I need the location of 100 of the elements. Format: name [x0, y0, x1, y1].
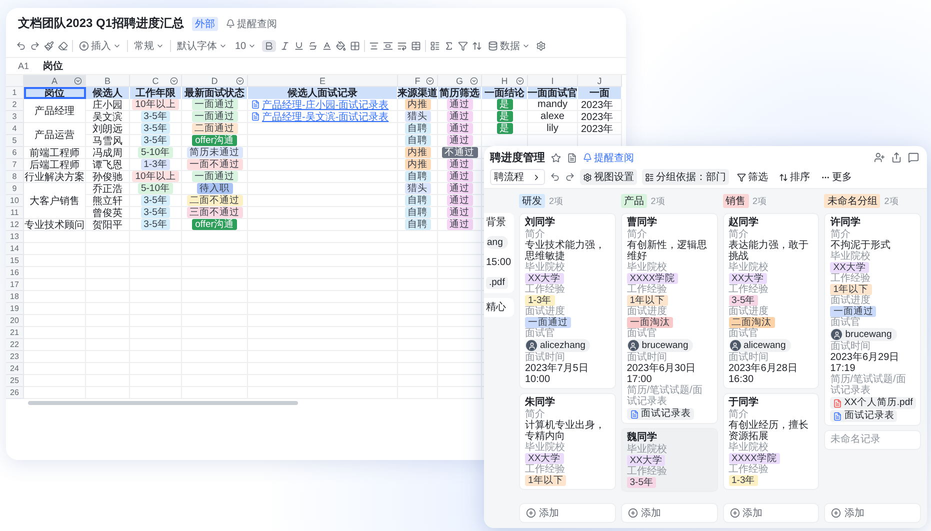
sort-icon[interactable]: [472, 41, 482, 51]
card[interactable]: 曹同学 简介 有创新性，逻辑思维好 毕业院校 XXXX学院 工作经验 1年以下 面试进度 一面淘汰 面试官 brucewang 面试时间 2023年6月30日 17:00 简历/笔试试题/面试记录表 面试记录表: [620, 213, 718, 424]
person-chip[interactable]: ang: [486, 236, 508, 249]
vertical-align-icon[interactable]: [383, 41, 394, 51]
comment-icon[interactable]: [908, 152, 919, 163]
column-header[interactable]: F: [398, 75, 438, 87]
card[interactable]: 于同学 简介 有创业经历，擅长资源拓展 毕业院校 XXXX学院 工作经验 1-3年: [722, 393, 820, 490]
merge-cells-icon[interactable]: [411, 41, 422, 51]
table-cell: [438, 243, 482, 255]
scrollbar[interactable]: [28, 401, 298, 405]
add-button[interactable]: 添加: [620, 503, 718, 523]
font-size-dropdown[interactable]: 10: [233, 40, 258, 52]
person-chip[interactable]: brucewang: [626, 339, 694, 352]
number-format-dropdown[interactable]: 常规: [132, 38, 166, 54]
fill-color-icon[interactable]: [336, 41, 346, 51]
insert-button[interactable]: 插入: [77, 38, 123, 54]
screening-tag: 不通过: [442, 147, 478, 158]
remind-link[interactable]: 提醒查阅: [226, 16, 278, 30]
add-button[interactable]: 添加: [722, 503, 820, 523]
add-button[interactable]: 添加: [519, 503, 616, 523]
column-header[interactable]: I: [528, 75, 578, 87]
record-link[interactable]: 产品经理-庄小园-面试记录表: [251, 98, 389, 112]
card[interactable]: 赵同学 简介 表达能力强，敢于挑战 毕业院校 XX大学 工作经验 3-5年 面试进度 二面淘汰 面试官 alicewang 面试时间 2023年6月28日 16:30: [722, 213, 820, 389]
column-header[interactable]: H: [482, 75, 528, 87]
row-number: 21: [6, 327, 24, 339]
sum-icon[interactable]: [444, 41, 454, 51]
freeze-icon[interactable]: [430, 41, 440, 51]
card[interactable]: 朱同学 简介 计算机专业出身，专精内向 毕业院校 XX大学 工作经验 1年以下: [519, 393, 616, 490]
avatar: [526, 340, 537, 351]
card[interactable]: 刘同学 简介 专业技术能力强，思维敏捷 毕业院校 XX大学 工作经验 1-3年 面试进度 一面通过 面试官 alicezhang 面试时间 2023年7月5日 10:00: [519, 213, 616, 389]
italic-icon[interactable]: [280, 41, 290, 51]
card[interactable]: 背景 ang 15:00 .pdf: [484, 213, 514, 293]
data-button[interactable]: 数据: [486, 38, 532, 54]
years-tag: 3-5年: [140, 207, 170, 218]
filter-icon[interactable]: [458, 41, 468, 51]
dropdown-icon[interactable]: [426, 76, 434, 84]
file-chip[interactable]: .pdf: [486, 277, 508, 289]
result-tag: 是: [496, 123, 512, 134]
document-icon[interactable]: [567, 152, 577, 162]
card-title: 于同学: [728, 397, 760, 409]
toolbar-button[interactable]: 更多: [818, 169, 855, 185]
undo-icon[interactable]: [16, 41, 26, 51]
wrap-text-icon[interactable]: [397, 41, 408, 51]
align-icon[interactable]: [369, 41, 380, 51]
redo-icon[interactable]: [565, 172, 575, 182]
view-dropdown[interactable]: 聘流程: [490, 169, 545, 185]
toolbar-button[interactable]: 视图设置: [580, 169, 637, 185]
bold-button[interactable]: [262, 40, 276, 52]
font-dropdown[interactable]: 默认字体: [175, 38, 229, 54]
person-chip[interactable]: alicezhang: [525, 339, 590, 352]
source-tag: 猎头: [404, 111, 430, 122]
column-header[interactable]: E: [248, 75, 398, 87]
field-tag: 1年以下: [626, 295, 668, 306]
field-tag: 1年以下: [830, 284, 872, 295]
card[interactable]: 精心: [484, 298, 514, 317]
column-header[interactable]: G: [438, 75, 482, 87]
eraser-icon[interactable]: [58, 41, 68, 51]
dropdown-icon[interactable]: [170, 76, 178, 84]
strikethrough-icon[interactable]: [308, 41, 318, 51]
add-user-icon[interactable]: [874, 152, 885, 163]
formula-field[interactable]: 岗位: [43, 59, 64, 73]
field-tag: XXXX学院: [626, 273, 678, 284]
toolbar-button[interactable]: 筛选: [734, 169, 771, 185]
undo-icon[interactable]: [550, 172, 560, 182]
column-header[interactable]: A: [24, 75, 86, 87]
dropdown-icon[interactable]: [74, 76, 82, 84]
card[interactable]: 魏同学 毕业院校 XX大学 工作经验 3-5年: [620, 428, 718, 492]
column-header[interactable]: D: [182, 75, 248, 87]
remind-link[interactable]: 提醒查阅: [583, 150, 634, 164]
status-tag: 二面不通过: [186, 195, 242, 206]
person-chip[interactable]: brucewang: [830, 328, 897, 341]
card[interactable]: 许同学 简介 不拘泥于形式 毕业院校 XX大学 工作经验 1年以下 面试进度 一面通过 面试官 brucewang 面试时间 2023年6月29日 17:19 简历/笔试试题/面试记录表 XX个人简历.pdf 面试记录表: [824, 213, 921, 426]
share-icon[interactable]: [891, 152, 902, 163]
format-painter-icon[interactable]: [44, 41, 54, 51]
column-header[interactable]: B: [86, 75, 130, 87]
toolbar-button[interactable]: 分组依据：部门: [642, 169, 729, 185]
file-chip[interactable]: 面试记录表: [626, 408, 694, 420]
add-button[interactable]: 添加: [824, 503, 921, 523]
row-number: 8: [6, 171, 24, 183]
result-tag: 是: [496, 99, 512, 110]
dropdown-icon[interactable]: [516, 76, 524, 84]
text-color-icon[interactable]: [322, 41, 332, 51]
field-tag: 一面通过: [525, 317, 571, 328]
borders-icon[interactable]: [350, 41, 360, 51]
file-chip[interactable]: 面试记录表: [830, 410, 898, 422]
star-icon[interactable]: [551, 152, 561, 162]
corner-cell[interactable]: [6, 75, 24, 87]
dropdown-icon[interactable]: [236, 76, 244, 84]
years-tag: 1-3年: [140, 159, 170, 170]
settings-icon[interactable]: [536, 41, 546, 51]
toolbar-button[interactable]: 排序: [776, 169, 813, 185]
file-chip[interactable]: XX个人简历.pdf: [830, 397, 916, 409]
column-header[interactable]: C: [130, 75, 182, 87]
column-header[interactable]: J: [578, 75, 622, 87]
row-number: 5: [6, 135, 24, 147]
person-chip[interactable]: alicewang: [728, 339, 791, 352]
redo-icon[interactable]: [30, 41, 40, 51]
underline-icon[interactable]: [294, 41, 304, 51]
record-link[interactable]: 产品经理-吴文滨-面试记录表: [251, 110, 389, 124]
dropdown-icon[interactable]: [470, 76, 478, 84]
